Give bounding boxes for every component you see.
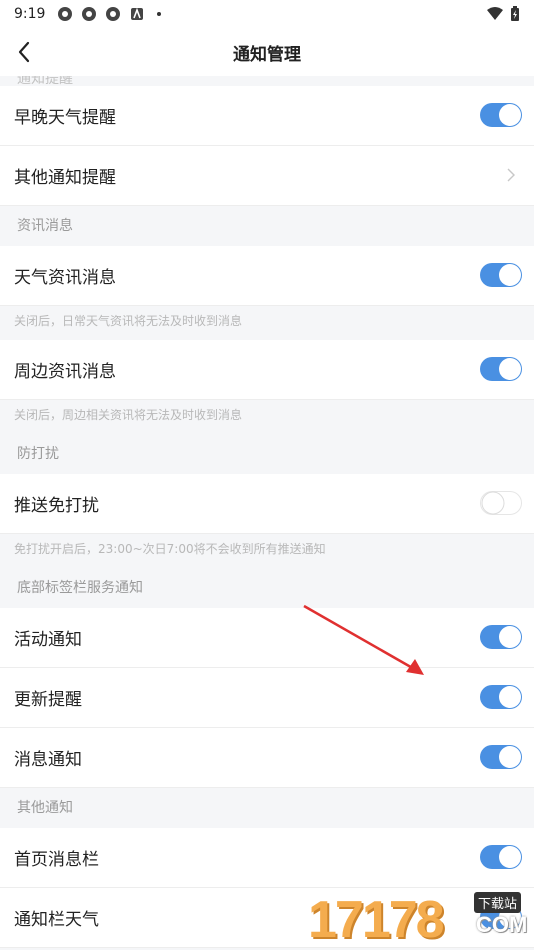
toggle-switch-on[interactable] [480,355,522,383]
toggle-switch-on[interactable] [480,683,522,711]
app-notification-icon [106,7,121,21]
row-weather-news[interactable]: 天气资讯消息 [0,246,534,306]
page-title: 通知管理 [233,44,301,65]
battery-icon [511,6,519,21]
watermark-badge: 下载站 [474,892,522,913]
chevron-right-icon [507,168,515,182]
note-push-dnd: 免打扰开启后，23:00~次日7:00将不会收到所有推送通知 [0,534,534,568]
note-nearby-news: 关闭后，周边相关资讯将无法及时收到消息 [0,400,534,434]
row-label: 其他通知提醒 [14,168,116,188]
row-push-dnd[interactable]: 推送免打扰 [0,474,534,534]
section-header-tabbar: 底部标签栏服务通知 [17,580,143,596]
row-label: 活动通知 [14,630,82,650]
note-weather-news: 关闭后，日常天气资讯将无法及时收到消息 [0,306,534,340]
row-update-reminder[interactable]: 更新提醒 [0,668,534,728]
section-header-other: 其他通知 [17,800,73,816]
row-nearby-news[interactable]: 周边资讯消息 [0,340,534,400]
app-notification-icon [58,7,73,21]
toggle-switch-on[interactable] [480,623,522,651]
status-system-icons [486,6,520,22]
status-bar: 9:19 [0,0,534,28]
row-morning-evening-weather[interactable]: 早晚天气提醒 [0,86,534,146]
row-label: 天气资讯消息 [14,268,116,288]
red-arrow-annotation [303,604,424,675]
toggle-switch-on[interactable] [480,101,522,129]
row-label: 早晚天气提醒 [14,108,116,128]
row-home-message-bar[interactable]: 首页消息栏 [0,828,534,888]
status-time: 9:19 [14,6,46,22]
row-label: 周边资讯消息 [14,362,116,382]
settings-list: 通知提醒 早晚天气提醒 其他通知提醒 资讯消息 天气资讯消息 关闭后，日常天气资… [0,76,534,948]
row-label: 更新提醒 [14,690,82,710]
row-label: 推送免打扰 [14,496,99,516]
wifi-icon [487,7,503,20]
row-other-notify-reminder[interactable]: 其他通知提醒 [0,146,534,206]
watermark-number: 17178 [308,891,445,949]
row-label: 首页消息栏 [14,850,99,870]
toggle-switch-on[interactable] [480,843,522,871]
android-icon [131,7,144,20]
row-activity-notify[interactable]: 活动通知 [0,608,534,668]
toggle-switch-on[interactable] [480,743,522,771]
row-label: 消息通知 [14,750,82,770]
back-button[interactable] [10,38,38,66]
more-notifications-dot [157,12,162,16]
app-notification-icon [82,7,97,21]
status-notification-icons [57,6,162,22]
toggle-switch-off[interactable] [480,489,522,517]
row-message-notify[interactable]: 消息通知 [0,728,534,788]
section-header-dnd: 防打扰 [17,446,59,462]
section-header-news: 资讯消息 [17,218,73,234]
toggle-switch-on[interactable] [480,261,522,289]
back-arrow-icon [18,41,30,63]
row-label: 通知栏天气 [14,910,99,930]
site-watermark: 17178 下载站 COM [308,888,534,950]
header-bar: 通知管理 [0,28,534,76]
watermark-suffix: COM [476,912,528,937]
section-header-notify-reminder: 通知提醒 [17,76,73,86]
